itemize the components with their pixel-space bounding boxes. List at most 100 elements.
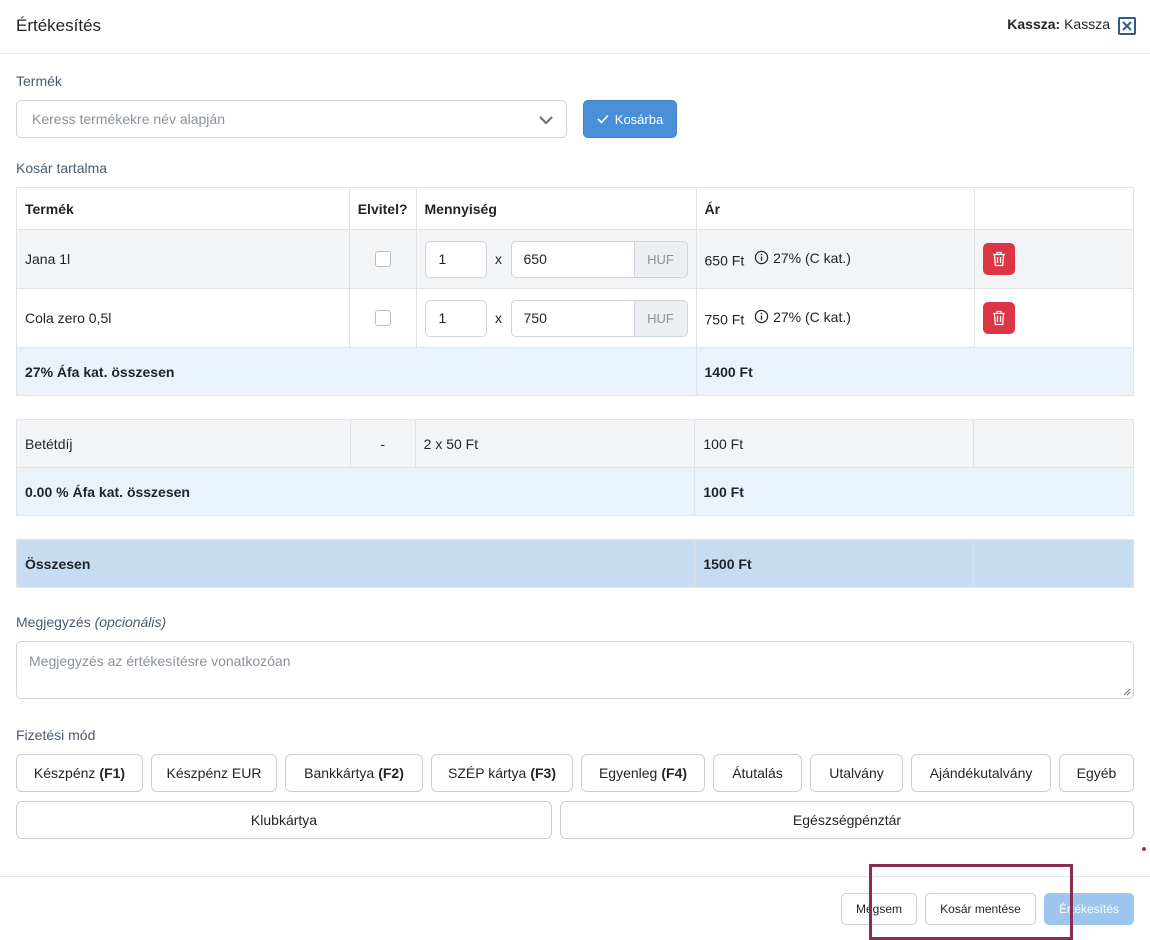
multiply-sign: x: [495, 310, 503, 326]
trash-icon: [992, 310, 1005, 326]
deposit-qty: 2 x 50 Ft: [414, 419, 696, 468]
item-name: Cola zero 0,5l: [16, 288, 350, 348]
cart-label: Kosár tartalma: [16, 160, 108, 176]
note-label: Megjegyzés (opcionális): [16, 614, 166, 630]
unit-price-input[interactable]: 750: [510, 299, 635, 337]
total-table: Összesen 1500 Ft: [15, 539, 1134, 588]
item-price: 650 Ft: [704, 252, 745, 269]
pay-szep-label: SZÉP kártya: [448, 765, 527, 781]
trash-icon: [992, 251, 1005, 267]
note-label-text: Megjegyzés: [16, 614, 91, 630]
vat27-subtotal-row: 27% Áfa kat. összesen 1400 Ft: [16, 347, 1135, 396]
payment-label: Fizetési mód: [16, 727, 96, 743]
pay-other-label: Egyéb: [1076, 765, 1117, 781]
info-icon[interactable]: [754, 250, 769, 265]
col-header-quantity: Mennyiség: [415, 187, 697, 230]
resize-grip-icon[interactable]: [1123, 688, 1131, 696]
cart-header-row: Termék Elvitel? Mennyiség Ár: [16, 187, 1135, 230]
modal-header: Értékesítés Kassza: Kassza: [0, 0, 1150, 54]
vat0-subtotal-label: 0.00 % Áfa kat. összesen: [15, 467, 696, 516]
item-vat: 27% (C kat.): [773, 249, 851, 266]
modal-title: Értékesítés: [16, 16, 102, 35]
pay-cash-button[interactable]: Készpénz (F1): [16, 754, 143, 792]
delete-item-button[interactable]: [982, 302, 1015, 334]
cancel-button[interactable]: Mégsem: [841, 893, 917, 925]
takeaway-checkbox[interactable]: [374, 310, 391, 326]
close-icon: [1122, 21, 1132, 31]
item-vat: 27% (C kat.): [773, 308, 851, 325]
grand-total-value: 1500 Ft: [694, 539, 975, 588]
deposit-row: Betétdíj - 2 x 50 Ft 100 Ft: [16, 419, 1134, 468]
pay-balance-label: Egyenleg: [598, 765, 658, 781]
pay-cash-eur-label: Készpénz EUR: [166, 765, 262, 781]
vat27-subtotal-label: 27% Áfa kat. összesen: [16, 347, 697, 396]
product-label: Termék: [16, 73, 62, 89]
vat0-subtotal-row: 0.00 % Áfa kat. összesen 100 Ft: [15, 467, 1134, 516]
delete-item-button[interactable]: [982, 243, 1015, 275]
pay-card-button[interactable]: Bankkártya (F2): [285, 754, 423, 792]
unit-price-input[interactable]: 650: [510, 240, 635, 278]
quantity-input[interactable]: 1: [424, 299, 487, 337]
pay-szep-key: (F3): [530, 765, 556, 781]
deposit-name: Betétdíj: [16, 419, 351, 468]
pay-health-fund-label: Egészségpénztár: [792, 812, 902, 828]
pay-balance-button[interactable]: Egyenleg (F4): [581, 754, 705, 792]
grand-total-label: Összesen: [15, 539, 696, 588]
item-name: Jana 1l: [16, 229, 350, 289]
pay-gift-voucher-label: Ajándékutalvány: [929, 765, 1033, 781]
grand-total-row: Összesen 1500 Ft: [15, 539, 1134, 588]
submit-sale-button[interactable]: Értékesítés: [1044, 893, 1134, 925]
footer-divider: [0, 876, 1150, 877]
pay-club-card-label: Klubkártya: [250, 812, 318, 828]
pay-balance-key: (F4): [661, 765, 688, 781]
multiply-sign: x: [495, 251, 503, 267]
takeaway-checkbox[interactable]: [374, 251, 391, 267]
product-search-select[interactable]: Keress termékekre név alapján: [16, 100, 567, 138]
item-price: 750 Ft: [704, 311, 745, 328]
pay-voucher-button[interactable]: Utalvány: [810, 754, 903, 792]
register-label: Kassza:: [1007, 16, 1061, 32]
pay-cash-label: Készpénz: [33, 765, 96, 781]
pay-other-button[interactable]: Egyéb: [1059, 754, 1134, 792]
add-to-cart-button[interactable]: Kosárba: [583, 100, 677, 138]
deposit-table: Betétdíj - 2 x 50 Ft 100 Ft 0.00 % Áfa k…: [15, 419, 1134, 516]
col-header-product: Termék: [16, 187, 350, 230]
note-placeholder: Megjegyzés az értékesítésre vonatkozóan: [29, 653, 291, 669]
note-optional-text: (opcionális): [94, 614, 167, 630]
pay-transfer-button[interactable]: Átutalás: [713, 754, 802, 792]
save-cart-button[interactable]: Kosár mentése: [925, 893, 1036, 925]
quantity-input[interactable]: 1: [424, 240, 487, 278]
register-value: Kassza: [1064, 16, 1110, 32]
product-search-placeholder: Keress termékekre név alapján: [32, 111, 225, 127]
pay-health-fund-button[interactable]: Egészségpénztár: [560, 801, 1134, 839]
chevron-down-icon: [539, 116, 553, 125]
pay-voucher-label: Utalvány: [829, 765, 884, 781]
pay-gift-voucher-button[interactable]: Ajándékutalvány: [911, 754, 1051, 792]
register-info: Kassza: Kassza: [1007, 16, 1110, 32]
pay-szep-button[interactable]: SZÉP kártya (F3): [431, 754, 573, 792]
cart-table: Termék Elvitel? Mennyiség Ár Jana 1l 1 x…: [16, 187, 1135, 396]
marker-dot: [1142, 847, 1146, 851]
pay-card-key: (F2): [378, 765, 404, 781]
deposit-price: 100 Ft: [694, 419, 975, 468]
table-row: Jana 1l 1 x 650 HUF 650 Ft 27% (C kat.): [16, 229, 1135, 289]
pay-club-card-button[interactable]: Klubkártya: [16, 801, 552, 839]
info-icon[interactable]: [754, 309, 769, 324]
pay-cash-eur-button[interactable]: Készpénz EUR: [151, 754, 277, 792]
col-header-price: Ár: [695, 187, 975, 230]
vat0-subtotal-value: 100 Ft: [694, 467, 1134, 516]
currency-addon: HUF: [634, 299, 688, 337]
close-button[interactable]: [1118, 17, 1136, 35]
pay-cash-key: (F1): [99, 765, 126, 781]
pay-card-label: Bankkártya: [304, 765, 375, 781]
table-row: Cola zero 0,5l 1 x 750 HUF 750 Ft 27% (C…: [16, 288, 1135, 348]
add-to-cart-label: Kosárba: [614, 111, 664, 127]
check-icon: [597, 114, 609, 124]
deposit-takeaway: -: [349, 419, 416, 468]
pay-transfer-label: Átutalás: [732, 765, 783, 781]
note-textarea[interactable]: Megjegyzés az értékesítésre vonatkozóan: [16, 641, 1134, 699]
col-header-takeaway: Elvitel?: [348, 187, 417, 230]
vat27-subtotal-value: 1400 Ft: [695, 347, 1135, 396]
col-header-actions: [973, 187, 1135, 230]
currency-addon: HUF: [634, 240, 688, 278]
